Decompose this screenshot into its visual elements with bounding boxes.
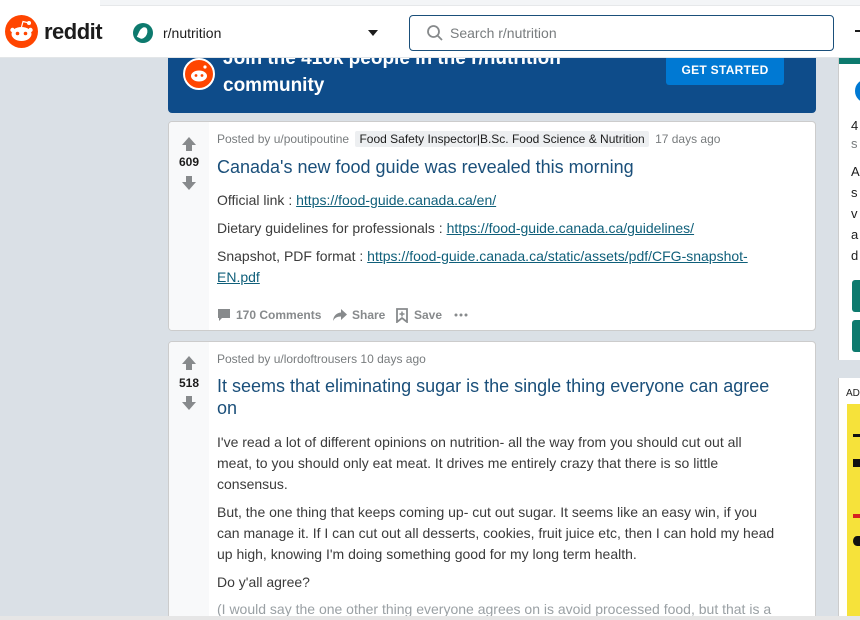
post-author[interactable]: Posted by u/poutipoutine — [217, 132, 349, 146]
ad-panel: ADV — [838, 378, 860, 616]
top-navigation-bar: reddit r/nutrition — [0, 0, 860, 58]
window-bottom-edge — [0, 616, 860, 620]
post-text-line: Snapshot, PDF format : https://food-guid… — [217, 246, 748, 267]
create-post-button[interactable] — [852, 320, 860, 352]
post-meta: Posted by u/lordoftrousers 10 days ago — [217, 352, 426, 366]
menu-edge-icon[interactable] — [855, 30, 860, 32]
post-text-line: meat, to you should only eat meat. It dr… — [217, 455, 719, 471]
pdf-link[interactable]: https://food-guide.canada.ca/static/asse… — [367, 248, 748, 264]
subreddit-icon — [133, 23, 153, 43]
post-text-line: consensus. — [217, 476, 288, 492]
user-flair: Food Safety Inspector|B.Sc. Food Science… — [355, 131, 649, 147]
subreddit-name: r/nutrition — [163, 25, 222, 41]
join-community-banner: Join the 410k people in the r/nutrition … — [168, 58, 816, 113]
get-started-button[interactable]: GET STARTED — [666, 58, 784, 85]
post-author[interactable]: Posted by u/lordoftrousers — [217, 352, 357, 366]
link-label: Official link : — [217, 192, 297, 208]
vote-column: 518 — [169, 342, 209, 620]
comments-button[interactable]: 170 Comments — [217, 305, 327, 325]
reddit-wordmark[interactable]: reddit — [44, 19, 103, 45]
reddit-logo-icon[interactable] — [5, 15, 38, 48]
advertisement-image[interactable] — [847, 404, 860, 616]
post-card[interactable]: 518 Posted by u/lordoftrousers 10 days a… — [168, 341, 816, 620]
post-text-line: can manage it. If I can cut out all dess… — [217, 525, 775, 541]
post-text-line: Do y'all agree? — [217, 574, 310, 590]
more-options-button[interactable] — [454, 305, 474, 325]
description-line: A — [851, 164, 860, 179]
link-label: Dietary guidelines for professionals : — [217, 220, 447, 236]
post-text-line: But, the one thing that keeps coming up-… — [217, 504, 758, 520]
post-text-line: EN.pdf — [217, 267, 260, 288]
upvote-arrow-icon[interactable] — [180, 135, 198, 153]
description-line: a — [851, 227, 859, 242]
chevron-down-icon — [368, 30, 378, 36]
vote-score: 609 — [178, 155, 200, 169]
official-link[interactable]: https://food-guide.canada.ca/en/ — [296, 192, 496, 208]
ellipsis-icon — [454, 313, 468, 317]
members-count: 4 — [851, 118, 859, 133]
description-line: s — [851, 185, 858, 200]
post-title[interactable]: Canada's new food guide was revealed thi… — [217, 156, 634, 178]
pdf-link-continued[interactable]: EN.pdf — [217, 269, 260, 285]
share-label: Share — [352, 308, 386, 322]
search-input[interactable] — [450, 23, 820, 43]
upvote-arrow-icon[interactable] — [180, 354, 198, 372]
share-button[interactable]: Share — [332, 305, 392, 325]
reddit-logo-icon — [183, 58, 215, 90]
vote-column: 609 — [169, 122, 209, 330]
search-icon — [427, 25, 443, 41]
guidelines-link[interactable]: https://food-guide.canada.ca/guidelines/ — [447, 220, 695, 236]
post-text-line: I've read a lot of different opinions on… — [217, 434, 742, 450]
post-title-line[interactable]: on — [217, 397, 237, 419]
save-button[interactable]: Save — [396, 305, 446, 325]
post-age[interactable]: 10 days ago — [360, 352, 425, 366]
banner-text: Join the 410k people in the r/nutrition … — [223, 58, 561, 96]
join-button[interactable] — [852, 280, 860, 312]
downvote-arrow-icon[interactable] — [180, 174, 198, 192]
post-meta: Posted by u/poutipoutine Food Safety Ins… — [217, 131, 720, 147]
comments-count: 170 Comments — [236, 308, 322, 322]
post-age[interactable]: 17 days ago — [655, 132, 720, 146]
comment-icon — [218, 309, 230, 321]
members-label: s — [851, 136, 858, 151]
ad-label: ADV — [846, 388, 860, 399]
description-line: d — [851, 248, 859, 263]
post-text-line: Dietary guidelines for professionals : h… — [217, 218, 694, 239]
description-line: v — [851, 206, 858, 221]
downvote-arrow-icon[interactable] — [180, 394, 198, 412]
browser-strip — [100, 0, 860, 6]
vote-score: 518 — [178, 376, 200, 390]
post-text-line: Official link : https://food-guide.canad… — [217, 190, 496, 211]
community-sidebar: 4 s A s v a d — [838, 58, 860, 360]
bookmark-icon — [396, 308, 408, 323]
community-avatar — [852, 76, 860, 106]
search-box[interactable] — [409, 15, 834, 51]
subreddit-switcher[interactable]: r/nutrition — [130, 20, 385, 46]
save-label: Save — [414, 308, 443, 322]
share-icon — [333, 309, 347, 321]
post-text-line: up high, knowing I'm doing something goo… — [217, 546, 637, 562]
link-label: Snapshot, PDF format : — [217, 248, 368, 264]
post-title-line[interactable]: It seems that eliminating sugar is the s… — [217, 375, 769, 397]
sidebar-accent — [839, 58, 860, 64]
post-card[interactable]: 609 Posted by u/poutipoutine Food Safety… — [168, 121, 816, 331]
